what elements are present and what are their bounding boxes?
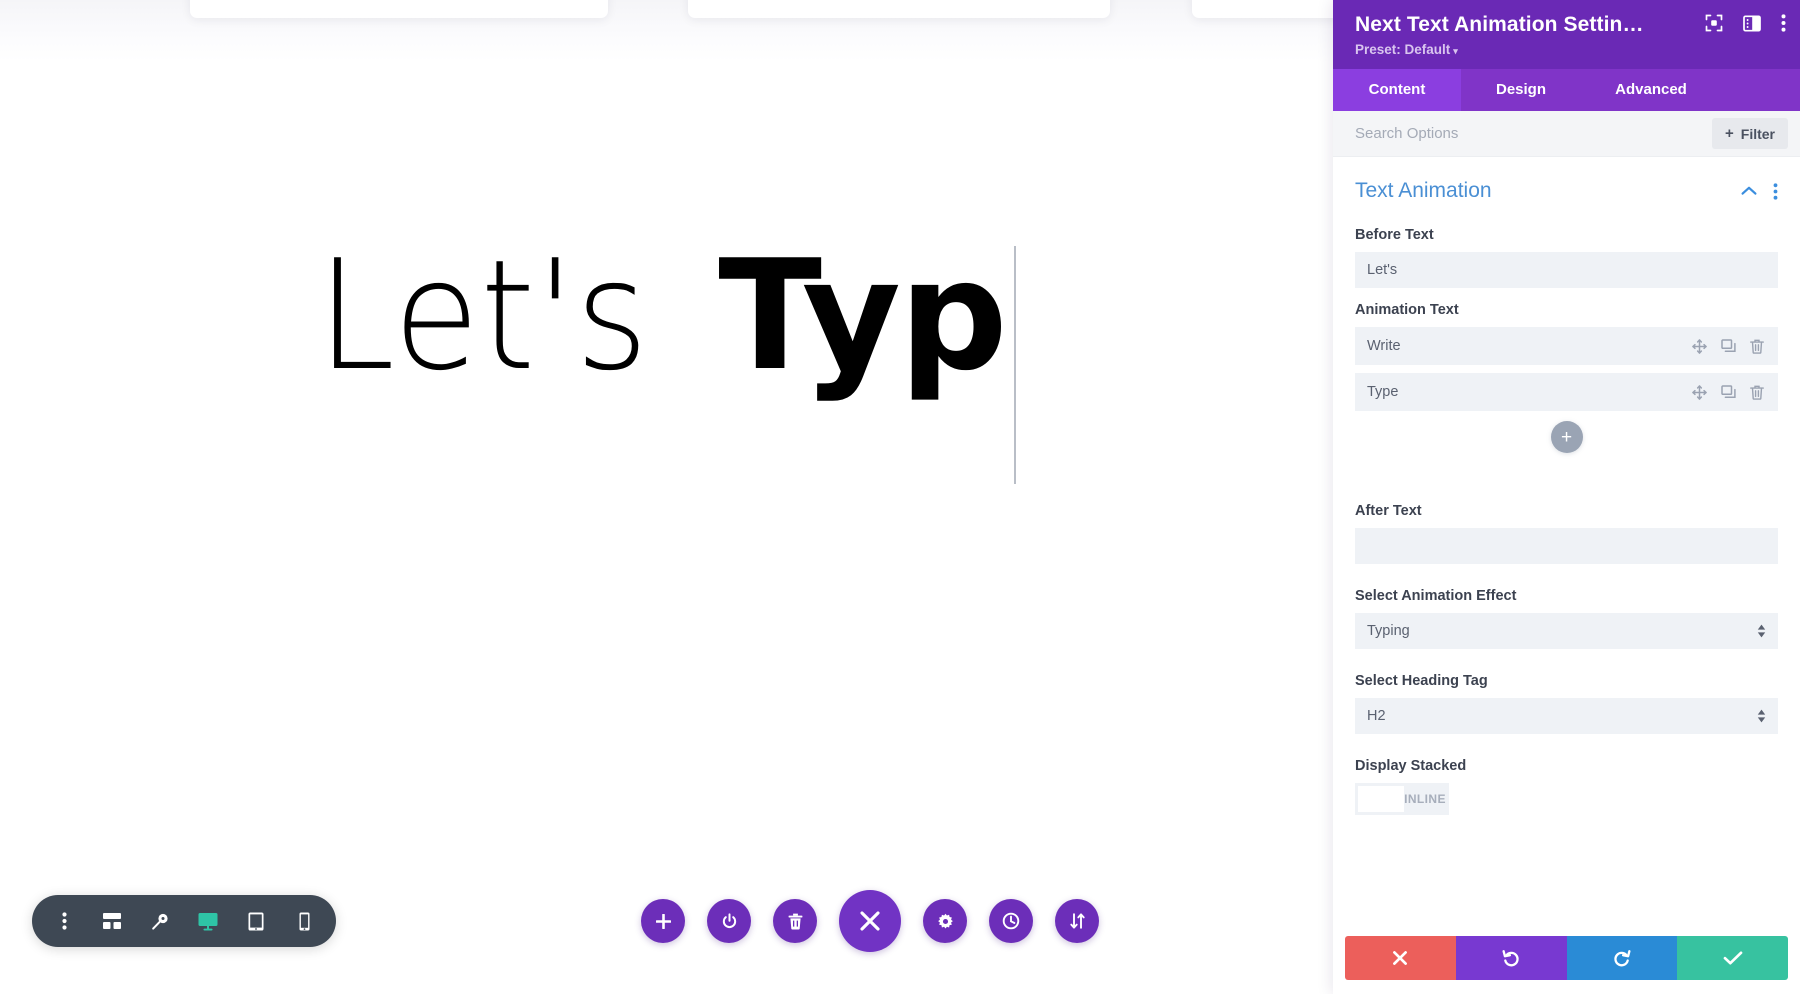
panel-title: Next Text Animation Settin… (1355, 13, 1644, 36)
history-icon[interactable] (989, 899, 1033, 943)
panel-header: Next Text Animation Settin… Preset: Defa… (1333, 0, 1800, 69)
search-input[interactable] (1355, 125, 1712, 142)
animation-line: Let's Typ (317, 227, 1016, 484)
repeater-item-actions (1692, 384, 1764, 400)
add-item-button[interactable]: + (1550, 421, 1583, 453)
view-mode-toolbar (32, 895, 336, 947)
field-after-text: After Text (1333, 503, 1800, 564)
cancel-button[interactable] (1345, 936, 1456, 980)
phone-icon[interactable] (280, 895, 328, 947)
text-animation-preview[interactable]: Let's Typ (0, 190, 1333, 520)
after-text-label: After Text (1355, 503, 1422, 519)
module-settings-panel: Next Text Animation Settin… Preset: Defa… (1333, 0, 1800, 994)
gear-icon[interactable] (923, 899, 967, 943)
close-icon (1391, 949, 1409, 967)
close-icon[interactable] (839, 890, 901, 952)
tablet-icon[interactable] (232, 895, 280, 947)
filter-button[interactable]: + Filter (1712, 118, 1788, 149)
select-arrows-icon (1757, 709, 1766, 723)
animation-effect-label: Select Animation Effect (1355, 588, 1517, 604)
more-options-icon[interactable] (40, 895, 88, 947)
field-display-stacked: Display Stacked INLINE (1333, 758, 1800, 817)
layout-icon[interactable] (1743, 14, 1761, 32)
repeater-item-actions (1692, 338, 1764, 354)
field-animation-text: Animation Text Write Type + (1333, 302, 1800, 453)
repeater-item-label: Write (1367, 338, 1401, 354)
section-text-animation-header: Text Animation (1333, 157, 1800, 213)
tab-advanced[interactable]: Advanced (1581, 69, 1721, 111)
section-menu-icon[interactable] (1773, 182, 1778, 200)
filter-label: Filter (1740, 125, 1775, 142)
heading-tag-label: Select Heading Tag (1355, 673, 1488, 689)
add-icon[interactable] (641, 899, 685, 943)
field-heading-tag: Select Heading Tag H2 (1333, 673, 1800, 734)
trash-icon[interactable] (1750, 339, 1764, 354)
tab-design[interactable]: Design (1461, 69, 1581, 111)
zoom-out-icon[interactable] (136, 895, 184, 947)
display-stacked-toggle[interactable]: INLINE (1355, 783, 1449, 815)
section-title: Text Animation (1355, 179, 1492, 202)
builder-action-toolbar (620, 878, 1120, 964)
after-text-input[interactable] (1355, 528, 1778, 564)
drag-move-icon[interactable] (1692, 384, 1707, 400)
animation-text-label: Animation Text (1355, 302, 1459, 318)
preview-animated-word: Typ (718, 227, 1008, 404)
chevron-up-icon[interactable] (1741, 186, 1757, 196)
panel-tabs: Content Design Advanced (1333, 69, 1800, 111)
heading-tag-value: H2 (1367, 708, 1386, 724)
chevron-down-icon: ▾ (1453, 46, 1458, 56)
preset-selector[interactable]: Preset: Default ▾ (1355, 42, 1780, 57)
undo-icon (1502, 949, 1521, 968)
toggle-knob (1358, 786, 1404, 812)
panel-body: Text Animation Before Text Let's Animati… (1333, 157, 1800, 936)
list-item[interactable]: Write (1355, 327, 1778, 365)
search-bar: + Filter (1333, 111, 1800, 157)
check-icon (1723, 950, 1743, 966)
list-item[interactable]: Type (1355, 373, 1778, 411)
builder-canvas: Let's Typ (0, 0, 1333, 994)
redo-button[interactable] (1566, 936, 1678, 980)
typing-cursor-icon (1013, 246, 1016, 484)
plus-icon: + (1725, 125, 1734, 142)
field-before-text: Before Text (1333, 227, 1800, 288)
save-button[interactable] (1677, 936, 1788, 980)
wireframe-icon[interactable] (88, 895, 136, 947)
toggle-state-label: INLINE (1404, 792, 1446, 806)
before-text-label: Before Text (1355, 227, 1434, 243)
tab-content[interactable]: Content (1333, 69, 1461, 111)
power-icon[interactable] (707, 899, 751, 943)
add-row-wrapper: + (1355, 421, 1778, 453)
display-stacked-label: Display Stacked (1355, 758, 1467, 774)
duplicate-icon[interactable] (1721, 384, 1736, 400)
animation-effect-value: Typing (1367, 623, 1410, 639)
sort-icon[interactable] (1055, 899, 1099, 943)
panel-menu-icon[interactable] (1781, 14, 1786, 32)
heading-tag-select-wrapper: H2 (1355, 698, 1778, 734)
animation-effect-select-wrapper: Typing (1355, 613, 1778, 649)
app-root: Let's Typ Next Text Animation Settin… Pr… (0, 0, 1800, 994)
duplicate-icon[interactable] (1721, 338, 1736, 354)
redo-icon (1612, 949, 1631, 968)
expand-icon[interactable] (1705, 14, 1723, 32)
panel-header-icons (1705, 14, 1786, 32)
panel-footer (1345, 936, 1788, 980)
preset-label: Preset: Default (1355, 42, 1451, 57)
select-arrows-icon (1757, 624, 1766, 638)
repeater-item-label: Type (1367, 384, 1399, 400)
before-text-input[interactable] (1355, 252, 1778, 288)
section-actions (1741, 182, 1778, 200)
preview-before-text: Let's (317, 227, 650, 404)
drag-move-icon[interactable] (1692, 338, 1707, 354)
desktop-icon[interactable] (184, 895, 232, 947)
trash-icon[interactable] (1750, 385, 1764, 400)
content-card[interactable] (1192, 0, 1333, 18)
content-card[interactable] (688, 0, 1110, 18)
heading-tag-select[interactable]: H2 (1355, 698, 1778, 734)
trash-icon[interactable] (773, 899, 817, 943)
animation-effect-select[interactable]: Typing (1355, 613, 1778, 649)
field-animation-effect: Select Animation Effect Typing (1333, 588, 1800, 649)
undo-button[interactable] (1455, 936, 1567, 980)
content-card[interactable] (190, 0, 608, 18)
